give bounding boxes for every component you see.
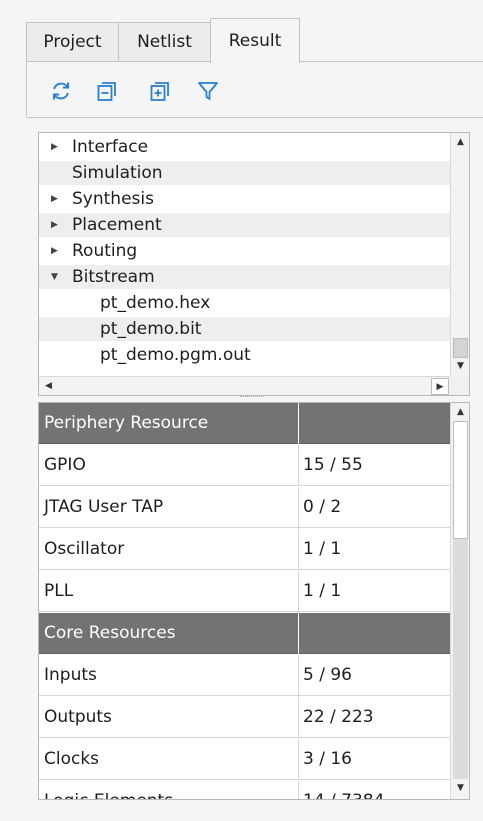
resource-name: JTAG User TAP: [44, 497, 164, 517]
table-row: JTAG User TAP 0 / 2: [39, 487, 451, 528]
tree-item-label: Simulation: [72, 163, 163, 183]
core-header-row: Core Resources: [39, 613, 451, 654]
resource-usage: 1 / 1: [303, 539, 342, 559]
tree-item-placement[interactable]: ▶ Placement: [39, 213, 451, 237]
scroll-up-icon[interactable]: ▲: [452, 134, 469, 151]
tree-item-bitstream[interactable]: ▼ Bitstream: [39, 265, 451, 289]
table-row: Oscillator 1 / 1: [39, 529, 451, 570]
tree-item-label: Synthesis: [72, 189, 154, 209]
table-vertical-scrollbar[interactable]: ▲ ▼: [450, 403, 469, 799]
tree-item-pt-demo-bit[interactable]: pt_demo.bit: [39, 317, 451, 341]
scroll-down-icon[interactable]: ▼: [452, 358, 469, 375]
resource-usage: 15 / 55: [303, 455, 363, 475]
expand-arrow-icon[interactable]: ▶: [51, 135, 58, 159]
tree-item-label: pt_demo.bit: [100, 319, 202, 339]
tree-item-pt-demo-pgm-out[interactable]: pt_demo.pgm.out: [39, 343, 451, 367]
resource-name: GPIO: [44, 455, 86, 475]
resource-name: Logic Elements: [44, 781, 173, 799]
tab-project[interactable]: Project: [26, 22, 119, 61]
tree-item-routing[interactable]: ▶ Routing: [39, 239, 451, 263]
column-divider: [298, 613, 299, 654]
column-divider: [298, 739, 299, 780]
expand-all-icon[interactable]: [149, 80, 171, 102]
resource-name: PLL: [44, 581, 74, 601]
table-row: Outputs 22 / 223: [39, 697, 451, 738]
column-divider: [298, 445, 299, 486]
tree-item-label: Bitstream: [72, 267, 155, 287]
scroll-corner: [450, 376, 469, 395]
table-row: Logic Elements 14 / 7384: [39, 781, 451, 799]
refresh-icon[interactable]: [50, 80, 72, 102]
resource-usage: 22 / 223: [303, 707, 374, 727]
resource-usage: 5 / 96: [303, 665, 352, 685]
tree-item-label: pt_demo.pgm.out: [100, 345, 251, 365]
tree-item-pt-demo-hex[interactable]: pt_demo.hex: [39, 291, 451, 315]
tree-item-label: Routing: [72, 241, 138, 261]
resource-name: Clocks: [44, 749, 100, 769]
tree-vertical-scroll-thumb[interactable]: [453, 338, 468, 358]
table-vertical-scroll-thumb[interactable]: [453, 421, 468, 539]
resource-usage: 14 / 7384: [303, 781, 384, 799]
column-divider: [298, 529, 299, 570]
column-divider: [298, 403, 299, 444]
resource-table: Periphery Resource GPIO 15 / 55 JTAG Use…: [38, 402, 470, 800]
core-header: Core Resources: [44, 623, 176, 643]
periphery-header-row: Periphery Resource: [39, 403, 451, 444]
scroll-up-icon[interactable]: ▲: [452, 404, 469, 421]
filter-icon[interactable]: [197, 80, 219, 102]
scroll-left-icon[interactable]: ◀: [40, 378, 57, 395]
table-row: PLL 1 / 1: [39, 571, 451, 612]
resource-name: Outputs: [44, 707, 112, 727]
column-divider: [298, 571, 299, 612]
scroll-down-icon[interactable]: ▼: [452, 780, 469, 797]
resource-name: Oscillator: [44, 539, 125, 559]
tree-item-synthesis[interactable]: ▶ Synthesis: [39, 187, 451, 211]
tree-item-label: pt_demo.hex: [100, 293, 211, 313]
resource-usage: 3 / 16: [303, 749, 352, 769]
tab-netlist[interactable]: Netlist: [118, 22, 211, 61]
column-divider: [298, 487, 299, 528]
expand-arrow-icon[interactable]: ▶: [51, 239, 58, 263]
scroll-right-icon[interactable]: ▶: [431, 378, 449, 395]
tab-result[interactable]: Result: [210, 18, 300, 63]
column-divider: [298, 781, 299, 799]
column-divider: [298, 655, 299, 696]
tree-vertical-scrollbar[interactable]: ▲ ▼: [450, 133, 469, 376]
toolbar-divider: [26, 117, 483, 118]
table-row: Inputs 5 / 96: [39, 655, 451, 696]
splitter-handle[interactable]: [240, 396, 264, 400]
tree-item-interface[interactable]: ▶ Interface: [39, 135, 451, 159]
result-toolbar: [26, 62, 483, 116]
resource-name: Inputs: [44, 665, 97, 685]
expand-arrow-icon[interactable]: ▶: [51, 187, 58, 211]
table-row: Clocks 3 / 16: [39, 739, 451, 780]
tab-bar: Project Netlist Result: [26, 18, 483, 63]
tree-item-label: Placement: [72, 215, 162, 235]
result-tree[interactable]: ▶ Interface Simulation ▶ Synthesis ▶ Pla…: [38, 132, 470, 396]
expand-arrow-icon[interactable]: ▶: [51, 213, 58, 237]
collapse-arrow-icon[interactable]: ▼: [51, 265, 58, 289]
table-scroll-track[interactable]: [453, 539, 468, 779]
collapse-all-icon[interactable]: [96, 80, 118, 102]
tree-item-label: Interface: [72, 137, 149, 157]
resource-usage: 1 / 1: [303, 581, 342, 601]
resource-usage: 0 / 2: [303, 497, 342, 517]
column-divider: [298, 697, 299, 738]
tree-item-simulation[interactable]: Simulation: [39, 161, 451, 185]
tree-horizontal-scrollbar[interactable]: ◀ ▶: [39, 376, 451, 395]
table-row: GPIO 15 / 55: [39, 445, 451, 486]
periphery-header: Periphery Resource: [44, 413, 209, 433]
